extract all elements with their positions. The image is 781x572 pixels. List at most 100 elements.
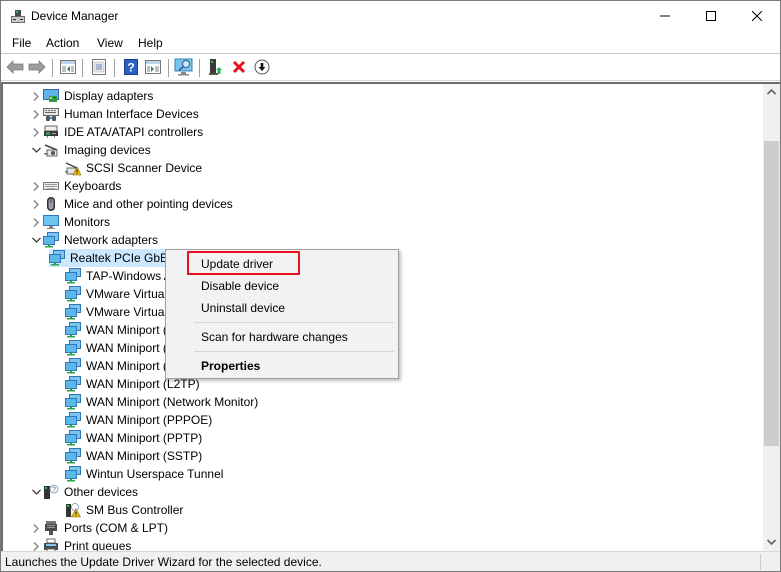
tree-device[interactable]: WAN Miniport (PPTP) xyxy=(49,429,204,447)
tree-category[interactable]: Print queues xyxy=(29,537,133,551)
network-icon xyxy=(65,286,81,302)
chevron-right-icon[interactable] xyxy=(29,519,43,537)
chevron-down-icon[interactable] xyxy=(29,231,43,249)
context-menu-item-scan-for-hardware-changes[interactable]: Scan for hardware changes xyxy=(166,326,398,348)
forward-button[interactable] xyxy=(27,58,47,78)
camera-icon xyxy=(43,142,59,158)
tree-item-label: WAN Miniport (Network Monitor) xyxy=(86,395,259,409)
printer-icon xyxy=(43,538,59,551)
ide-controller-icon xyxy=(43,124,59,140)
tree-item-label: WAN Miniport (SSTP) xyxy=(86,449,203,463)
network-icon xyxy=(65,412,81,428)
toolbar-separator xyxy=(82,59,83,77)
chevron-right-icon[interactable] xyxy=(29,123,43,141)
tree-device[interactable]: SM Bus Controller xyxy=(49,501,185,519)
tree-device[interactable]: Realtek PCIe GbE Family Controller xyxy=(49,249,179,267)
tree-device[interactable]: WAN Miniport (SSTP) xyxy=(49,447,204,465)
unknown-device-icon: ? xyxy=(43,484,59,500)
close-button[interactable] xyxy=(734,1,780,32)
add-legacy-hardware-icon xyxy=(208,58,224,79)
status-bar: Launches the Update Driver Wizard for th… xyxy=(1,551,780,571)
forward-arrow-icon xyxy=(28,59,46,77)
tree-category[interactable]: Network adapters xyxy=(29,231,160,249)
tree-device[interactable]: WAN Miniport (IP) xyxy=(49,339,184,357)
network-icon xyxy=(65,448,81,464)
context-menu-item-uninstall-device[interactable]: Uninstall device xyxy=(166,297,398,319)
scroll-down-button[interactable] xyxy=(763,534,780,551)
device-manager-window: Device Manager File Action View Help ? D… xyxy=(0,0,781,572)
chevron-right-icon[interactable] xyxy=(29,177,43,195)
action-pane-button[interactable] xyxy=(143,58,163,78)
console-tree-button[interactable] xyxy=(58,58,78,78)
device-manager-app-icon xyxy=(10,9,26,25)
hid-icon xyxy=(43,106,59,122)
properties-sheet-icon xyxy=(91,58,107,78)
menu-file[interactable]: File xyxy=(12,36,31,50)
tree-device[interactable]: SCSI Scanner Device xyxy=(49,159,204,177)
menu-view[interactable]: View xyxy=(97,36,123,50)
tree-category[interactable]: Keyboards xyxy=(29,177,123,195)
add-driver-button[interactable] xyxy=(206,58,226,78)
tree-category[interactable]: IDE ATA/ATAPI controllers xyxy=(29,123,205,141)
tree-category[interactable]: ? Other devices xyxy=(29,483,140,501)
menu-help[interactable]: Help xyxy=(138,36,163,50)
chevron-right-icon[interactable] xyxy=(29,105,43,123)
display-adapter-icon xyxy=(43,88,59,104)
tree-category[interactable]: Monitors xyxy=(29,213,112,231)
update-driver-toolbar-button[interactable] xyxy=(252,58,272,78)
chevron-right-icon[interactable] xyxy=(29,213,43,231)
context-menu-item-update-driver[interactable]: Update driver xyxy=(166,253,398,275)
down-arrow-circle-icon xyxy=(254,59,270,78)
tree-item-label: Imaging devices xyxy=(64,143,151,157)
network-icon xyxy=(65,340,81,356)
chevron-right-icon[interactable] xyxy=(29,537,43,551)
back-arrow-icon xyxy=(6,59,24,77)
context-menu-item-properties[interactable]: Properties xyxy=(166,355,398,377)
properties-button[interactable] xyxy=(89,58,109,78)
tree-item-label: Network adapters xyxy=(64,233,159,247)
tree-device[interactable]: Wintun Userspace Tunnel xyxy=(49,465,225,483)
tree-device[interactable]: WAN Miniport (Network Monitor) xyxy=(49,393,260,411)
scroll-up-button[interactable] xyxy=(763,84,780,101)
status-bar-separator xyxy=(760,554,761,570)
menu-action[interactable]: Action xyxy=(46,36,79,50)
minimize-button[interactable] xyxy=(642,1,688,32)
tree-item-label: Keyboards xyxy=(64,179,122,193)
tree-item-label: Ports (COM & LPT) xyxy=(64,521,169,535)
context-menu-item-label: Uninstall device xyxy=(201,301,286,315)
chevron-right-icon[interactable] xyxy=(29,195,43,213)
tree-category[interactable]: Ports (COM & LPT) xyxy=(29,519,170,537)
context-menu-item-disable-device[interactable]: Disable device xyxy=(166,275,398,297)
tree-item-label: WAN Miniport (PPPOE) xyxy=(86,413,213,427)
context-menu-separator xyxy=(194,351,394,352)
keyboard-icon xyxy=(43,178,59,194)
vertical-scrollbar[interactable] xyxy=(763,84,780,551)
chevron-down-icon[interactable] xyxy=(29,141,43,159)
scroll-thumb[interactable] xyxy=(764,141,779,446)
chevron-down-icon[interactable] xyxy=(29,483,43,501)
tree-item-label: Wintun Userspace Tunnel xyxy=(86,467,224,481)
network-icon xyxy=(65,322,81,338)
tree-category[interactable]: Imaging devices xyxy=(29,141,153,159)
tree-device[interactable]: WAN Miniport (PPPOE) xyxy=(49,411,214,429)
tree-category[interactable]: Mice and other pointing devices xyxy=(29,195,235,213)
uninstall-button[interactable] xyxy=(229,58,249,78)
tree-category[interactable]: Display adapters xyxy=(29,87,155,105)
tree-item-label: Other devices xyxy=(64,485,139,499)
context-menu-item-label: Disable device xyxy=(201,279,280,293)
mouse-icon xyxy=(43,196,59,212)
tree-category[interactable]: Human Interface Devices xyxy=(29,105,201,123)
back-button[interactable] xyxy=(5,58,25,78)
tree-item-label: WAN Miniport (PPTP) xyxy=(86,431,203,445)
help-button[interactable]: ? xyxy=(121,58,141,78)
maximize-button[interactable] xyxy=(688,1,734,32)
chevron-right-icon[interactable] xyxy=(29,87,43,105)
tree-item-label: Monitors xyxy=(64,215,111,229)
scan-hardware-button[interactable] xyxy=(174,58,194,78)
